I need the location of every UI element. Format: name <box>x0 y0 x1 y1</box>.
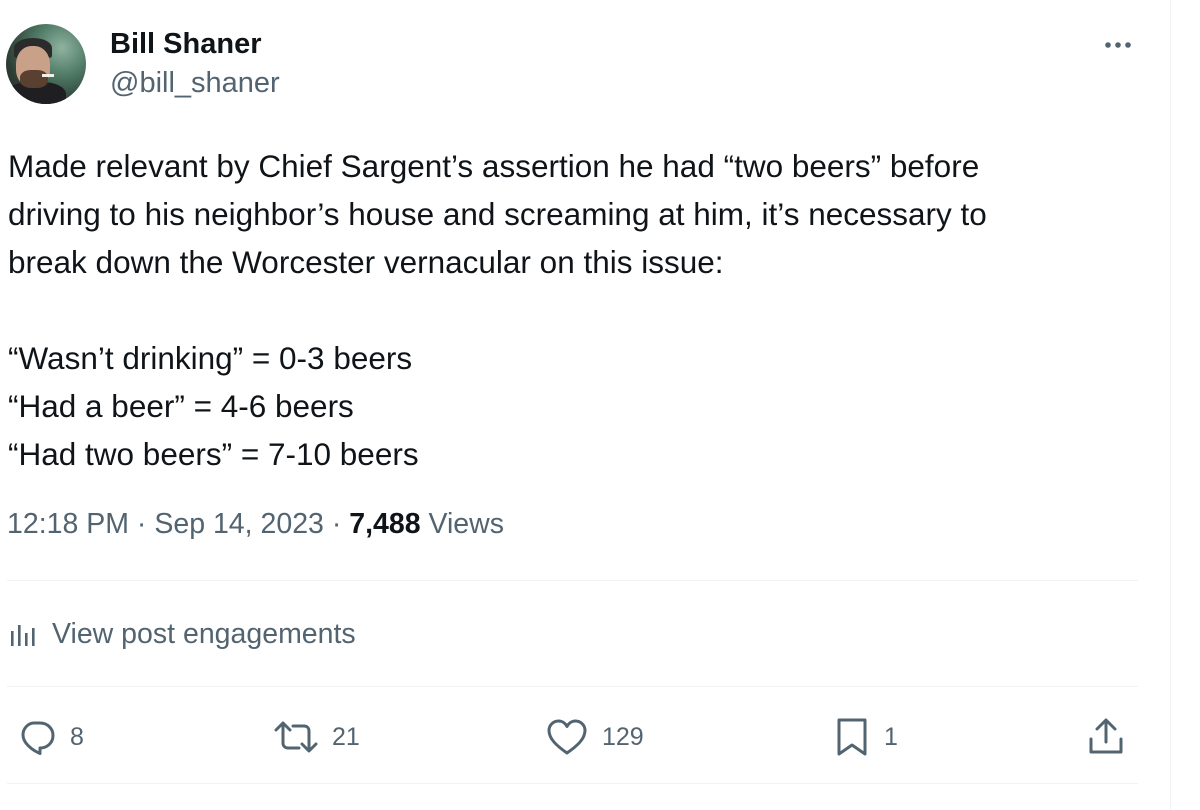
reply-icon <box>16 716 58 758</box>
divider <box>7 783 1138 784</box>
share-button[interactable] <box>1085 712 1127 762</box>
like-button[interactable]: 129 <box>544 712 644 762</box>
repost-count: 21 <box>332 722 360 751</box>
bookmark-count: 1 <box>884 722 898 751</box>
view-engagements-label: View post engagements <box>52 617 356 650</box>
analytics-icon <box>8 618 42 650</box>
avatar[interactable] <box>6 24 86 104</box>
reply-count: 8 <box>70 722 84 751</box>
post-list-line: “Wasn’t drinking” = 0-3 beers <box>8 340 413 376</box>
post-list-line: “Had a beer” = 4-6 beers <box>8 388 354 424</box>
divider <box>7 580 1138 581</box>
post-text-line: driving to his neighbor’s house and scre… <box>8 196 987 232</box>
views-label: Views <box>420 508 504 540</box>
repost-button[interactable]: 21 <box>272 712 360 762</box>
meta-separator: · <box>323 508 350 540</box>
reply-button[interactable]: 8 <box>16 712 84 762</box>
repost-icon <box>272 716 320 758</box>
more-options-button[interactable] <box>1096 30 1140 60</box>
meta-separator: · <box>129 508 155 540</box>
post-meta: 12:18 PM · Sep 14, 2023 · 7,488 Views <box>7 508 504 541</box>
post-date[interactable]: Sep 14, 2023 <box>154 508 324 540</box>
post-list-line: “Had two beers” = 7-10 beers <box>8 436 419 472</box>
divider <box>7 686 1138 687</box>
bookmark-icon <box>832 715 872 759</box>
like-count: 129 <box>602 722 644 751</box>
views-count: 7,488 <box>349 508 421 540</box>
author-display-name[interactable]: Bill Shaner <box>110 28 262 61</box>
author-handle[interactable]: @bill_shaner <box>110 67 280 100</box>
post-text-line: Made relevant by Chief Sargent’s asserti… <box>8 148 980 184</box>
post-text-line: break down the Worcester vernacular on t… <box>8 244 724 280</box>
bookmark-button[interactable]: 1 <box>832 712 898 762</box>
post-time[interactable]: 12:18 PM <box>7 508 129 540</box>
post-text: Made relevant by Chief Sargent’s asserti… <box>8 142 1148 478</box>
view-engagements-link[interactable]: View post engagements <box>8 612 356 656</box>
column-border <box>1170 0 1171 810</box>
like-icon <box>544 716 590 758</box>
more-icon <box>1105 42 1131 48</box>
share-icon <box>1085 715 1127 759</box>
post: Bill Shaner @bill_shaner Made relevant b… <box>0 0 1170 810</box>
